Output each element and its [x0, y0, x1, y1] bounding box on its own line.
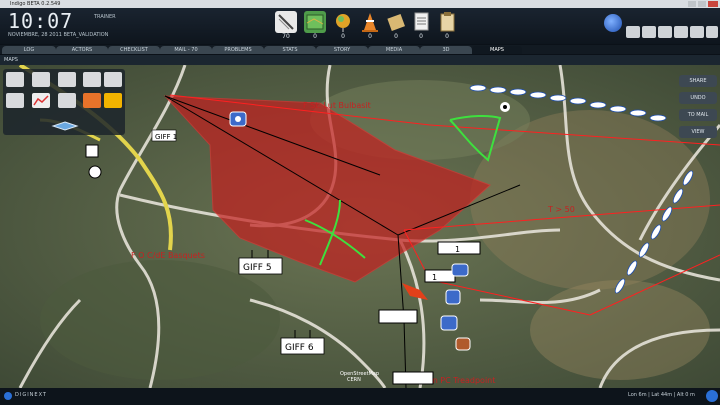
unit-giff-1[interactable]: GIFF 1	[151, 129, 177, 142]
marker-label: 1	[432, 273, 437, 282]
tab-media[interactable]: MEDIA	[368, 46, 420, 54]
tool-button-d[interactable]	[674, 26, 688, 38]
globe-icon[interactable]	[604, 14, 622, 32]
tool-6[interactable]: 0	[436, 11, 458, 40]
unit-label: GIFF 1	[155, 133, 177, 141]
document-icon	[410, 11, 432, 33]
marker-box-2[interactable]: 1	[424, 269, 456, 283]
share-button[interactable]: SHARE	[679, 75, 717, 87]
tab-actors[interactable]: ACTORS	[56, 46, 108, 54]
tool-count: 0	[419, 33, 423, 40]
tab-bar: LOG ACTORS CHECKLIST MAIL - 70 PROBLEMS …	[0, 45, 720, 54]
marker-box-1[interactable]: 1	[437, 241, 481, 255]
clock: 10:07	[8, 9, 74, 33]
tool-1[interactable]: 0	[304, 11, 326, 40]
layers-icon[interactable]	[51, 118, 79, 131]
poi-icon	[88, 165, 102, 179]
tool-count: 0	[313, 33, 317, 40]
map-attribution-2: CERN	[347, 377, 361, 383]
status-bar: DIGINEXT Lon 6m | Lat 44m | Alt 0 m	[0, 388, 720, 405]
tool-count: 0	[368, 33, 372, 40]
tool-button-f[interactable]	[706, 26, 718, 38]
vehicle-icon[interactable]	[440, 315, 458, 331]
tab-story[interactable]: STORY	[316, 46, 368, 54]
brand-logo-icon	[4, 392, 12, 400]
tab-checklist[interactable]: CHECKLIST	[108, 46, 160, 54]
map-panel-header: MAPS	[0, 55, 720, 65]
clipboard-icon	[436, 11, 458, 33]
tool-count: 0	[341, 33, 345, 40]
tool-count: 0	[394, 33, 398, 40]
zone-label-left: F O C/dE Basquets	[131, 251, 205, 260]
fire-tool-icon[interactable]	[83, 93, 101, 108]
date-row: NOVIEMBRE, 28 2011 BETA_VALIDATION	[8, 32, 108, 38]
tool-0[interactable]: 70	[275, 11, 297, 40]
tool-4[interactable]: 0	[385, 11, 407, 40]
drawing-palette	[3, 69, 125, 135]
zone-label-top: F St. Lut Bulbasit	[303, 101, 371, 110]
map-icon	[304, 11, 326, 33]
maximize-button[interactable]	[698, 1, 706, 7]
brand-label: DIGINEXT	[15, 392, 47, 398]
building-icon	[85, 144, 99, 158]
close-button[interactable]	[708, 1, 718, 7]
date-label: NOVIEMBRE, 28 2011	[8, 32, 62, 38]
tool-button-b[interactable]	[642, 26, 656, 38]
marker-box-3[interactable]	[378, 309, 418, 324]
vehicle-icon[interactable]	[229, 111, 247, 127]
tool-count: 0	[445, 33, 449, 40]
tab-stats[interactable]: STATS	[264, 46, 316, 54]
build-label: BETA_VALIDATION	[63, 32, 109, 38]
tab-log[interactable]: LOG	[2, 46, 56, 54]
undo-button[interactable]: UNDO	[679, 92, 717, 104]
marker-tool-icon[interactable]	[32, 72, 50, 87]
unit-label: GIFF 6	[285, 343, 314, 353]
no-entry-icon	[275, 11, 297, 33]
to-mail-button[interactable]: TO MAIL	[679, 109, 717, 121]
eye-icon[interactable]	[500, 102, 510, 112]
coordinates-readout: Lon 6m | Lat 44m | Alt 0 m	[628, 392, 695, 398]
tab-maps[interactable]: MAPS	[472, 46, 522, 54]
scroll-icon	[385, 11, 407, 33]
tool-button-a[interactable]	[626, 26, 640, 38]
tool-2[interactable]: 0	[332, 11, 354, 40]
map-panel-title: MAPS	[4, 57, 18, 63]
no-entry-tool-icon[interactable]	[58, 72, 76, 87]
cone-icon	[359, 11, 381, 33]
tool-count: 70	[282, 33, 290, 40]
minus-tool-icon[interactable]	[83, 72, 101, 87]
vehicle-icon[interactable]	[445, 289, 461, 305]
window-controls	[688, 1, 718, 7]
vehicle-icon[interactable]	[451, 263, 469, 277]
unit-label: GIFF 5	[243, 263, 272, 273]
tool-5[interactable]: 0	[410, 11, 432, 40]
flame-tool-icon[interactable]	[104, 93, 122, 108]
balloon-icon	[332, 11, 354, 33]
pointer-tool-icon[interactable]	[6, 72, 24, 87]
line-tool-icon[interactable]	[6, 93, 24, 108]
tab-3d[interactable]: 3D	[420, 46, 472, 54]
minimize-button[interactable]	[688, 1, 696, 7]
mode-label: TRAINER	[94, 14, 116, 20]
window-titlebar: Indigo BETA 0.2.549	[0, 0, 720, 8]
tool-3[interactable]: 0	[359, 11, 381, 40]
graph-tool-icon[interactable]	[58, 93, 76, 108]
window-title: Indigo BETA 0.2.549	[10, 1, 61, 7]
map-view[interactable]: F St. Lut Bulbasit F O C/dE Basquets T >…	[0, 65, 720, 388]
app-header: 10:07 TRAINER NOVIEMBRE, 28 2011 BETA_VA…	[0, 8, 720, 44]
marker-label: 1	[455, 245, 460, 254]
shape-tool-icon[interactable]	[104, 72, 122, 87]
vehicle-icon[interactable]	[455, 337, 471, 351]
view-button[interactable]: VIEW	[679, 126, 717, 138]
marker-box-4[interactable]	[392, 371, 434, 385]
tab-problems[interactable]: PROBLEMS	[212, 46, 264, 54]
zone-label-right: T > 50	[547, 205, 575, 214]
tab-mail[interactable]: MAIL - 70	[160, 46, 212, 54]
globe-small-icon[interactable]	[706, 390, 718, 402]
tool-button-c[interactable]	[658, 26, 672, 38]
chart-tool-icon[interactable]	[32, 93, 50, 108]
tool-button-e[interactable]	[690, 26, 704, 38]
